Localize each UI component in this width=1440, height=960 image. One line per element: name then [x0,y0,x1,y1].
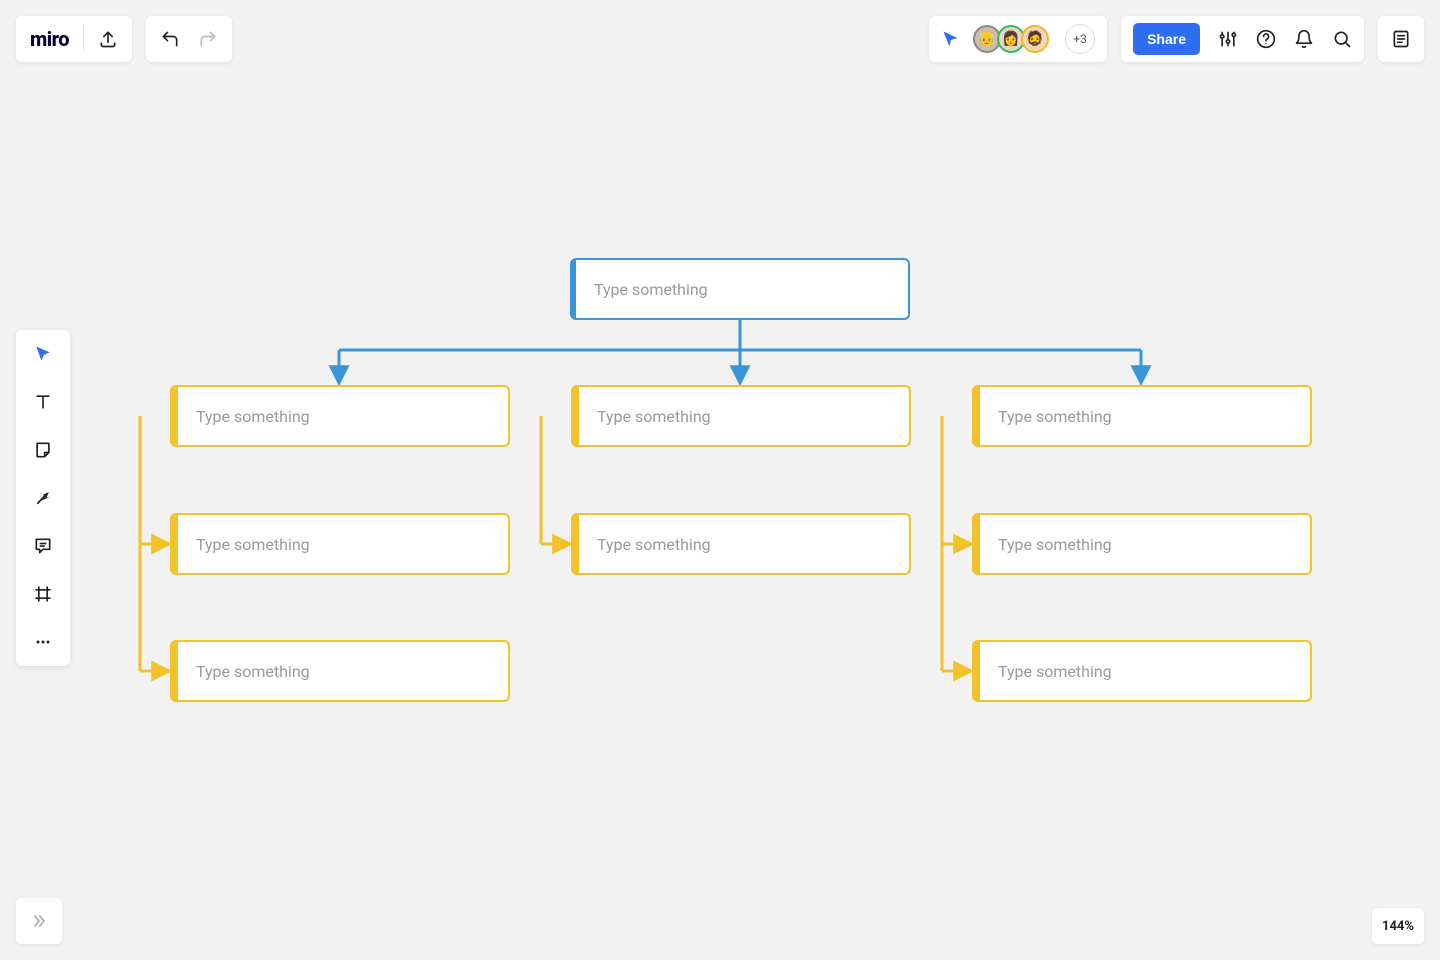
expand-panel-icon[interactable] [16,898,62,944]
collaboration-panel: 👴👩🧔 +3 [929,16,1107,62]
node-placeholder-text: Type something [196,407,310,426]
canvas[interactable]: Type something Type something Type somethi… [0,0,1440,960]
diagram-root-node[interactable]: Type something [570,258,910,320]
select-tool-icon[interactable] [26,340,60,368]
frame-tool-icon[interactable] [26,580,60,608]
more-tools-icon[interactable] [26,628,60,656]
zoom-level[interactable]: 144% [1372,908,1424,944]
cursor-follow-icon[interactable] [941,29,961,49]
sticky-note-tool-icon[interactable] [26,436,60,464]
node-placeholder-text: Type something [196,662,310,681]
avatar[interactable]: 🧔 [1021,25,1049,53]
settings-icon[interactable] [1218,29,1238,49]
share-button[interactable]: Share [1133,23,1200,55]
arrow-tool-icon[interactable] [26,484,60,512]
notifications-icon[interactable] [1294,29,1314,49]
undo-redo-panel [146,16,232,62]
activity-panel[interactable] [1378,16,1424,62]
left-toolbar [16,330,70,666]
undo-icon[interactable] [160,29,180,49]
node-placeholder-text: Type something [594,280,708,299]
node-placeholder-text: Type something [998,662,1112,681]
redo-icon[interactable] [198,29,218,49]
node-placeholder-text: Type something [998,535,1112,554]
more-collaborators-badge[interactable]: +3 [1065,24,1095,54]
diagram-child-node[interactable]: Type something [972,513,1312,575]
top-left-cluster: miro [16,16,232,62]
diagram-child-node[interactable]: Type something [571,385,911,447]
help-icon[interactable] [1256,29,1276,49]
diagram-child-node[interactable]: Type something [972,640,1312,702]
upload-icon[interactable] [98,29,118,49]
actions-panel: Share [1121,16,1364,62]
search-icon[interactable] [1332,29,1352,49]
connectors-layer [0,0,1440,960]
diagram-child-node[interactable]: Type something [170,513,510,575]
diagram-child-node[interactable]: Type something [170,385,510,447]
node-placeholder-text: Type something [998,407,1112,426]
logo-panel: miro [16,16,132,62]
comment-tool-icon[interactable] [26,532,60,560]
divider [83,26,84,52]
node-placeholder-text: Type something [597,535,711,554]
node-placeholder-text: Type something [196,535,310,554]
diagram-child-node[interactable]: Type something [571,513,911,575]
avatar-stack[interactable]: 👴👩🧔 [973,25,1049,53]
text-tool-icon[interactable] [26,388,60,416]
node-placeholder-text: Type something [597,407,711,426]
miro-logo[interactable]: miro [30,27,69,51]
diagram-child-node[interactable]: Type something [170,640,510,702]
diagram-child-node[interactable]: Type something [972,385,1312,447]
top-right-cluster: 👴👩🧔 +3 Share [929,16,1424,62]
